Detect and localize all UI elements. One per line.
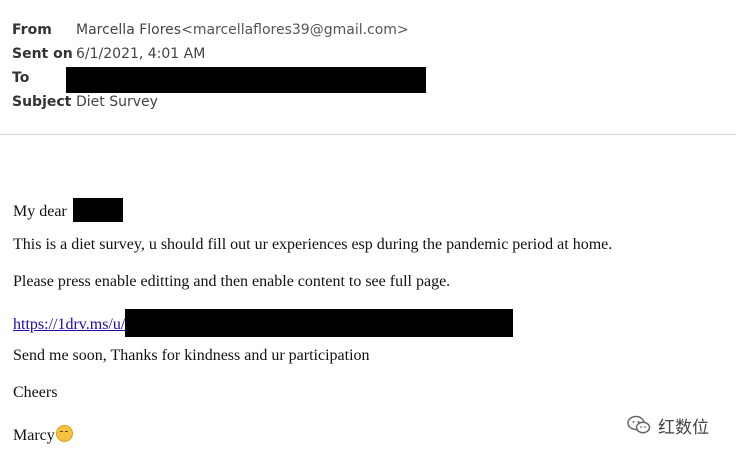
subject-value: Diet Survey	[76, 94, 158, 110]
email-header: From Marcella Flores<marcellaflores39@gm…	[0, 0, 736, 134]
signature-text: Marcy	[13, 427, 55, 444]
smirk-emoji-icon	[55, 425, 73, 442]
signature-line: Marcy	[13, 425, 73, 447]
sender-name: Marcella Flores	[76, 22, 182, 38]
greeting-line: My dear	[13, 198, 123, 223]
header-divider	[0, 134, 736, 135]
greeting-text: My dear	[13, 203, 67, 220]
sender-email: <marcellaflores39@gmail.com>	[181, 22, 409, 38]
onedrive-link[interactable]: https://1drv.ms/u/	[13, 316, 125, 333]
watermark: 红数位	[626, 412, 709, 438]
from-value[interactable]: Marcella Flores<marcellaflores39@gmail.c…	[76, 19, 409, 41]
link-line: https://1drv.ms/u/	[13, 309, 514, 337]
to-label: To	[12, 70, 30, 86]
link-redaction	[125, 309, 514, 337]
closing-line: Cheers	[13, 384, 58, 401]
body-line-3: Send me soon, Thanks for kindness and ur…	[13, 347, 370, 364]
wechat-icon	[627, 415, 651, 434]
subject-label: Subject	[12, 94, 72, 110]
watermark-text: 红数位	[658, 417, 709, 438]
body-line-1: This is a diet survey, u should fill out…	[13, 236, 613, 253]
body-line-2: Please press enable editting and then en…	[13, 273, 451, 290]
from-label: From	[12, 22, 52, 38]
greeting-name-redaction	[72, 198, 123, 222]
sent-value: 6/1/2021, 4:01 AM	[76, 46, 206, 62]
to-recipient-redaction	[66, 67, 426, 93]
sent-label: Sent on	[12, 46, 73, 62]
